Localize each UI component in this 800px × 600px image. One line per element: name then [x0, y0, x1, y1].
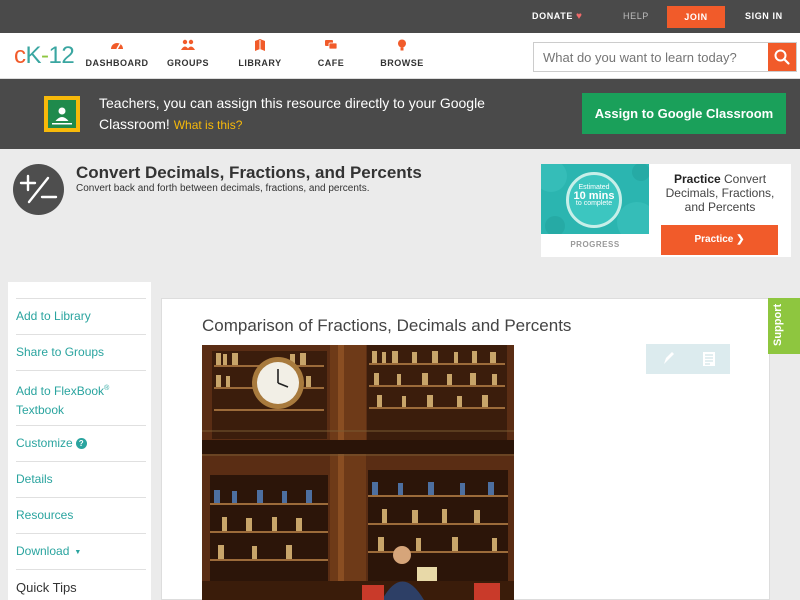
notes-icon — [703, 352, 715, 366]
logo-num: 12 — [48, 42, 75, 69]
practice-progress-panel: Estimated 10 mins to complete — [541, 164, 649, 234]
search-button[interactable] — [768, 43, 796, 71]
what-is-this-link[interactable]: What is this? — [174, 118, 243, 132]
practice-description: Practice Convert Decimals, Fractions, an… — [657, 172, 783, 214]
practice-button[interactable]: Practice ❯ — [661, 225, 778, 255]
library-photo — [202, 345, 514, 600]
search-input[interactable] — [534, 43, 770, 71]
flexbook-label-line2: Textbook — [16, 403, 65, 417]
nav-cafe-label: CAFE — [317, 58, 345, 68]
sidebar-download[interactable]: Download ▼ — [16, 533, 146, 562]
nav-groups-label: GROUPS — [166, 58, 209, 68]
sidebar-quick-tips[interactable]: Quick Tips — [16, 569, 146, 597]
dashboard-icon — [111, 43, 123, 50]
classroom-person-icon — [52, 107, 72, 125]
nav-groups[interactable]: GROUPS — [152, 39, 224, 68]
resource-title: Comparison of Fractions, Decimals and Pe… — [202, 316, 572, 335]
plus-minus-concept-icon — [13, 164, 64, 215]
sidebar-customize[interactable]: Customize? — [16, 425, 146, 453]
download-label: Download — [16, 544, 70, 558]
browse-icon — [398, 39, 406, 51]
support-label: Support — [772, 303, 784, 346]
nav-library[interactable]: LIBRARY — [224, 39, 296, 68]
logo-c: c — [14, 42, 26, 69]
groups-icon — [181, 39, 195, 50]
registered-mark: ® — [104, 385, 110, 392]
concept-subtitle: Convert back and forth between decimals,… — [76, 183, 370, 194]
support-tab[interactable]: Support — [768, 298, 800, 354]
cafe-icon — [325, 40, 338, 50]
progress-label: PROGRESS — [570, 240, 620, 249]
top-utility-bar: DONATE ♥ HELP JOIN SIGN IN — [0, 0, 800, 33]
join-button[interactable]: JOIN — [667, 6, 725, 28]
plus-minus-icon — [19, 174, 58, 204]
pencil-icon — [664, 352, 674, 364]
sign-in-link[interactable]: SIGN IN — [745, 0, 783, 33]
logo-dash: - — [41, 42, 49, 69]
practice-card: Estimated 10 mins to complete PROGRESS P… — [541, 164, 791, 257]
search-box — [533, 42, 797, 72]
donate-label: DONATE — [532, 11, 573, 21]
sidebar-share-to-groups[interactable]: Share to Groups — [16, 334, 146, 362]
flexbook-label: Add to FlexBook — [16, 384, 105, 398]
nav-dashboard-label: DASHBOARD — [85, 58, 149, 68]
practice-bold: Practice — [673, 172, 721, 186]
sidebar-add-to-library[interactable]: Add to Library — [16, 298, 146, 326]
practice-estimate: Estimated 10 mins to complete — [566, 184, 622, 208]
donate-link[interactable]: DONATE ♥ — [532, 0, 582, 33]
chevron-right-icon: ❯ — [736, 234, 745, 245]
library-icon — [255, 39, 265, 51]
notes-tool-button[interactable] — [688, 344, 730, 374]
highlight-tool-button[interactable] — [646, 344, 688, 374]
nav-library-label: LIBRARY — [238, 58, 282, 68]
assign-google-classroom-button[interactable]: Assign to Google Classroom — [582, 93, 786, 134]
nav-dashboard[interactable]: DASHBOARD — [81, 39, 153, 68]
concept-title: Convert Decimals, Fractions, and Percent… — [76, 163, 422, 182]
nav-cafe[interactable]: CAFE — [295, 39, 367, 68]
help-icon[interactable]: ? — [75, 438, 87, 449]
resource-sidebar: Add to Library Share to Groups Add to Fl… — [8, 282, 151, 600]
search-icon — [774, 49, 790, 65]
heart-icon: ♥ — [575, 11, 583, 22]
sidebar-resources[interactable]: Resources — [16, 497, 146, 525]
annotation-tools — [646, 344, 730, 374]
sidebar-add-to-flexbook[interactable]: Add to FlexBook® Textbook — [16, 370, 146, 420]
google-classroom-icon-board — [48, 100, 76, 128]
banner-text: Teachers, you can assign this resource d… — [99, 93, 529, 136]
estimated-mins: 10 mins — [573, 190, 615, 202]
customize-label: Customize — [16, 436, 73, 450]
nav-browse[interactable]: BROWSE — [366, 39, 438, 68]
google-classroom-icon — [44, 96, 80, 132]
nav-browse-label: BROWSE — [380, 58, 424, 68]
logo-k: K — [25, 42, 42, 69]
main-nav: cK-12 DASHBOARD GROUPS LIBRARY CAFE BROW… — [0, 33, 800, 79]
practice-button-label: Practice — [694, 234, 734, 245]
library-illustration — [202, 345, 514, 600]
help-link[interactable]: HELP — [623, 0, 649, 33]
caret-down-icon: ▼ — [74, 549, 82, 556]
banner-message: Teachers, you can assign this resource d… — [99, 95, 485, 132]
sidebar-details[interactable]: Details — [16, 461, 146, 489]
ck12-logo[interactable]: cK-12 — [14, 42, 75, 70]
